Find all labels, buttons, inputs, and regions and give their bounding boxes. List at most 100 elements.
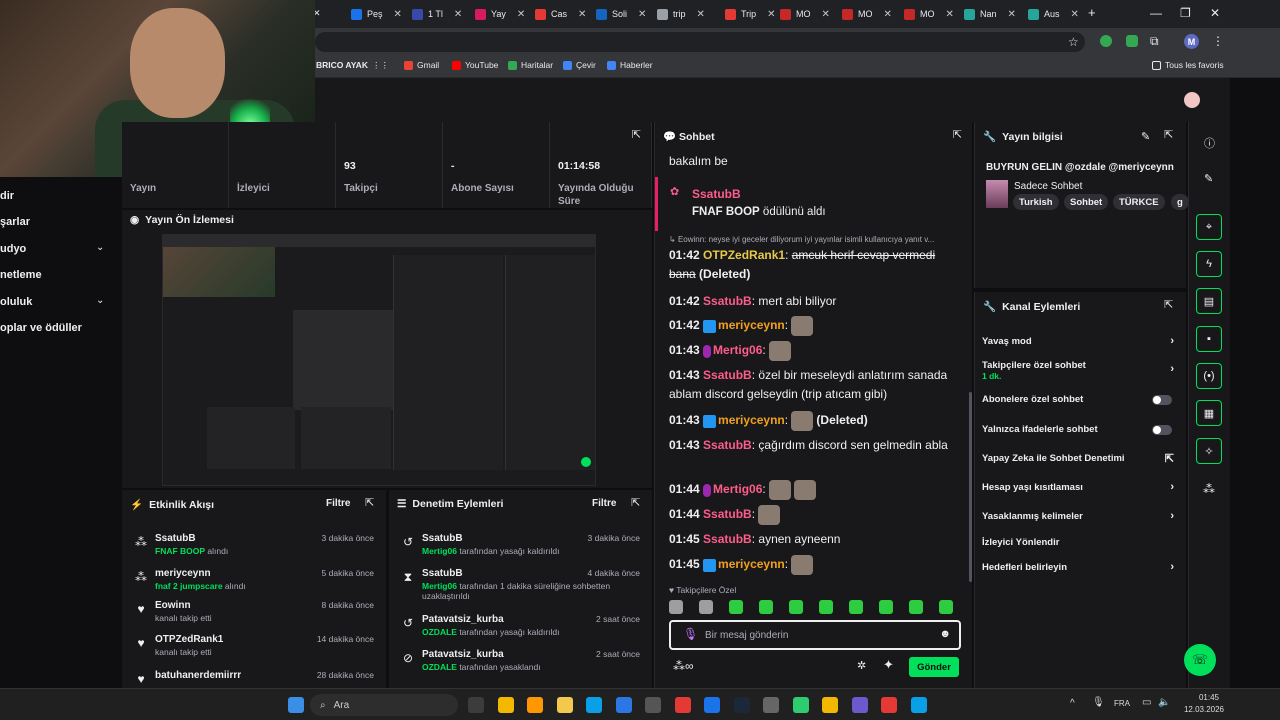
chat-input[interactable]: 🎙 Bir mesaj gönderin ☻ xyxy=(669,620,961,650)
chat-message[interactable]: 01:45 meriyceynn: xyxy=(669,555,965,575)
expand-icon[interactable]: ⇱ xyxy=(1164,128,1173,141)
event-row[interactable]: ⧗ SsatubB Mertig06 tarafından 1 dakika sür… xyxy=(389,566,652,601)
bookmark-link[interactable]: Haritalar xyxy=(508,60,553,70)
maximize-icon[interactable]: ❐ xyxy=(1180,6,1191,20)
volume-icon[interactable]: 🔈 xyxy=(1158,697,1170,708)
channel-action-item[interactable]: Abonelere özel sohbet xyxy=(982,394,1178,405)
channel-action-item[interactable]: Hesap yaşı kısıtlaması › xyxy=(982,481,1178,493)
chat-message[interactable]: 01:44 SsatubB: xyxy=(669,505,965,525)
external-link-icon[interactable]: ⇱ xyxy=(1165,452,1174,465)
emoji-icon[interactable]: ☻ xyxy=(939,628,951,640)
wrench-icon[interactable]: ✧ xyxy=(1196,438,1222,464)
tab-close-icon[interactable]: ✕ xyxy=(884,9,892,20)
category-name[interactable]: Sadece Sohbet xyxy=(1014,181,1082,192)
chat-message[interactable]: 01:44 Mertig06: xyxy=(669,480,965,500)
chat-scrollbar[interactable] xyxy=(969,392,972,582)
shield-extension-icon[interactable] xyxy=(1126,35,1138,47)
copilot-icon[interactable] xyxy=(527,697,543,713)
tab-close-icon[interactable]: ✕ xyxy=(578,9,586,20)
help-chat-button[interactable]: ☏ xyxy=(1184,644,1216,676)
chevron-right-icon[interactable]: › xyxy=(1170,481,1174,493)
channel-action-item[interactable]: Takipçilere özel sohbet 1 dk. › xyxy=(982,360,1178,381)
event-row[interactable]: ↺ Patavatsiz_kurba OZDALE tarafından yasağ… xyxy=(389,612,652,647)
tab-close-icon[interactable]: ✕ xyxy=(517,9,525,20)
address-input[interactable] xyxy=(315,32,1085,52)
browser-tab[interactable]: Nan ✕ xyxy=(958,4,1022,24)
tray-chevron-icon[interactable]: ^ xyxy=(1070,698,1075,709)
chat-username[interactable]: Mertig06 xyxy=(713,482,762,496)
emote-button[interactable] xyxy=(879,600,893,614)
menu-kebab-icon[interactable]: ⋮ xyxy=(1212,34,1224,48)
channel-action-item[interactable]: Hedefleri belirleyin › xyxy=(982,561,1178,573)
browser-tab[interactable]: trip ✕ xyxy=(651,4,711,24)
bookmark-link[interactable]: BRICO AYAK xyxy=(316,60,368,70)
all-bookmarks-link[interactable]: Tous les favoris xyxy=(1152,60,1224,70)
app-icon[interactable] xyxy=(910,697,927,713)
camera-icon[interactable]: ⌖ xyxy=(1196,214,1222,240)
layout-icon[interactable]: ▦ xyxy=(1196,400,1222,426)
language-indicator[interactable]: FRA xyxy=(1114,699,1130,708)
app-icon[interactable] xyxy=(851,697,868,713)
event-user[interactable]: SsatubB xyxy=(155,533,196,544)
chat-username[interactable]: SsatubB xyxy=(703,507,752,521)
activity-filter-button[interactable]: Filtre xyxy=(326,498,350,509)
tab-close-icon[interactable]: ✕ xyxy=(946,9,954,20)
close-window-icon[interactable]: ✕ xyxy=(1210,6,1220,20)
stream-tag[interactable]: Turkish xyxy=(1013,194,1059,210)
event-user[interactable]: Patavatsiz_kurba xyxy=(422,614,504,625)
event-user[interactable]: Patavatsiz_kurba xyxy=(422,649,504,660)
microphone-icon[interactable]: 🎙 xyxy=(1092,697,1105,708)
event-row[interactable]: ♥ OTPZedRank1 kanalı takip etti 14 dakika ö… xyxy=(122,632,386,667)
app-icon[interactable] xyxy=(674,697,691,713)
sidebar-item[interactable]: şarlar xyxy=(0,216,30,228)
send-button[interactable]: Gönder xyxy=(909,657,959,677)
redeem-user[interactable]: SsatubB xyxy=(692,187,741,201)
emote-button[interactable] xyxy=(819,600,833,614)
bookmark-link[interactable]: Çevir xyxy=(563,60,596,70)
event-row[interactable]: ⊘ Patavatsiz_kurba OZDALE tarafından yasak… xyxy=(389,647,652,682)
expand-icon[interactable]: ⇱ xyxy=(631,496,640,509)
taskbar-search[interactable]: ⌕ Ara xyxy=(310,694,458,716)
group-icon[interactable]: ⁂ xyxy=(1203,482,1215,496)
browser-tab[interactable]: Yay ✕ xyxy=(469,4,531,24)
app-icon[interactable] xyxy=(792,697,809,713)
settings-gear-icon[interactable]: ✲ xyxy=(857,659,866,672)
sidebar-item[interactable]: udyo xyxy=(0,243,26,255)
clock-time[interactable]: 01:45 xyxy=(1196,693,1222,702)
chat-username[interactable]: SsatubB xyxy=(703,438,752,452)
settings-icon[interactable] xyxy=(645,697,661,713)
browser-tab[interactable]: MO ✕ xyxy=(774,4,836,24)
channel-action-item[interactable]: Yapay Zeka ile Sohbet Denetimi ⇱ xyxy=(982,452,1178,465)
chat-message[interactable]: 01:45 SsatubB: aynen ayneenn xyxy=(669,530,965,549)
event-user[interactable]: SsatubB xyxy=(422,533,463,544)
browser-tab[interactable]: MO ✕ xyxy=(836,4,898,24)
task-view-icon[interactable] xyxy=(468,697,484,713)
expand-icon[interactable]: ⇱ xyxy=(953,128,962,141)
chat-message[interactable]: 01:42 SsatubB: mert abi biliyor xyxy=(669,292,965,311)
emote-button[interactable] xyxy=(669,600,683,614)
steam-icon[interactable] xyxy=(733,697,750,713)
new-tab-button[interactable]: + xyxy=(1088,5,1096,20)
emote-button[interactable] xyxy=(729,600,743,614)
event-row[interactable]: ♥ Eowinn kanalı takip etti 8 dakika önce xyxy=(122,598,386,633)
expand-icon[interactable]: ⇱ xyxy=(365,496,374,509)
sidebar-item[interactable]: oplar ve ödüller xyxy=(0,322,82,334)
stream-tag[interactable]: Sohbet xyxy=(1064,194,1109,210)
chat-username[interactable]: Mertig06 xyxy=(713,343,762,357)
document-icon[interactable]: ▤ xyxy=(1196,288,1222,314)
browser-tab[interactable]: MO ✕ xyxy=(898,4,960,24)
sidebar-item[interactable]: netleme xyxy=(0,269,42,281)
emote-button[interactable] xyxy=(849,600,863,614)
bookmark-link[interactable]: YouTube xyxy=(452,60,498,70)
chat-username[interactable]: OTPZedRank1 xyxy=(703,248,785,262)
browser-tab[interactable]: Peş ✕ xyxy=(345,4,408,24)
store-icon[interactable] xyxy=(497,697,514,713)
chrome-icon[interactable] xyxy=(704,697,720,713)
channel-action-item[interactable]: İzleyici Yönlendir xyxy=(982,537,1178,548)
puzzle-icon[interactable]: ⧉ xyxy=(1150,34,1159,49)
event-user[interactable]: SsatubB xyxy=(422,568,463,579)
chat-message[interactable]: 01:43 Mertig06: xyxy=(669,341,965,361)
outlook-icon[interactable] xyxy=(615,697,632,713)
puzzle-icon[interactable]: ✦ xyxy=(883,657,894,673)
event-row[interactable]: ⁂ SsatubB FNAF BOOP alındı 3 dakika önce xyxy=(122,531,386,566)
